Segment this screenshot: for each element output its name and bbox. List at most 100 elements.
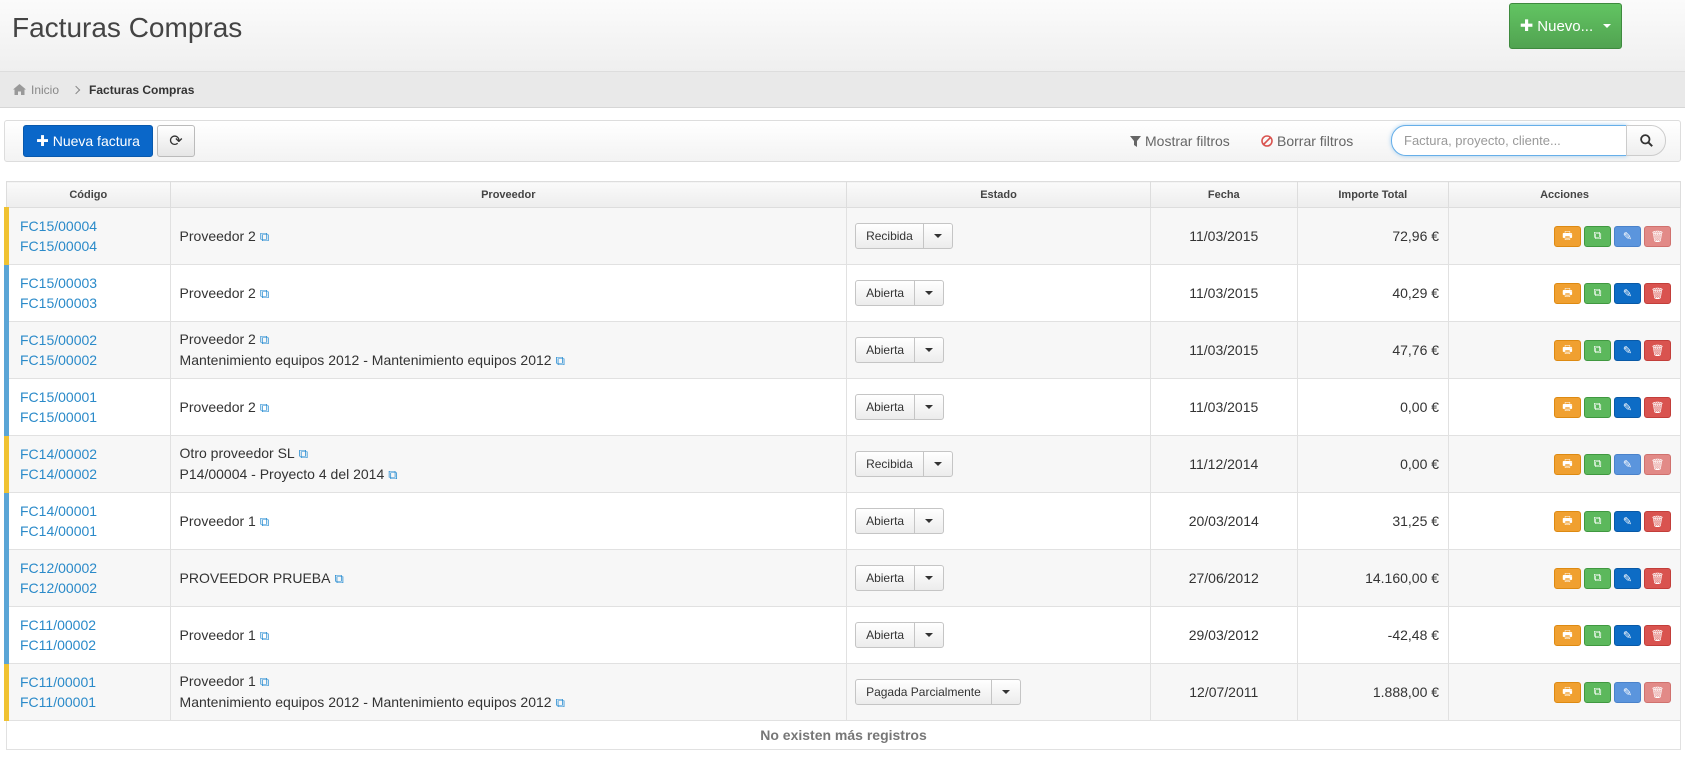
print-button[interactable]: 🖶 [1554, 339, 1581, 361]
duplicate-button[interactable]: ⧉ [1584, 396, 1611, 418]
invoice-code-link[interactable]: FC14/00002 [20, 444, 170, 464]
invoice-ref-link[interactable]: FC15/00001 [20, 407, 170, 427]
status-label[interactable]: Abierta [856, 395, 916, 419]
status-toggle[interactable] [915, 509, 943, 533]
refresh-button[interactable]: ⟳ [157, 125, 195, 157]
invoice-code-link[interactable]: FC15/00003 [20, 273, 170, 293]
status-dropdown[interactable]: Abierta [855, 622, 945, 648]
invoice-ref-link[interactable]: FC12/00002 [20, 578, 170, 598]
invoice-code-link[interactable]: FC12/00002 [20, 558, 170, 578]
status-toggle[interactable] [924, 224, 952, 248]
status-label[interactable]: Abierta [856, 281, 916, 305]
status-dropdown[interactable]: Abierta [855, 394, 945, 420]
header-codigo[interactable]: Código [6, 181, 171, 208]
print-button[interactable]: 🖶 [1554, 396, 1581, 418]
status-dropdown[interactable]: Pagada Parcialmente [855, 679, 1021, 705]
duplicate-button[interactable]: ⧉ [1584, 339, 1611, 361]
invoice-code-link[interactable]: FC11/00001 [20, 672, 170, 692]
header-estado[interactable]: Estado [846, 181, 1151, 208]
external-link-icon[interactable]: ⧉ [388, 465, 397, 485]
external-link-icon[interactable]: ⧉ [260, 626, 269, 646]
edit-button[interactable]: ✎ [1614, 225, 1641, 247]
delete-button[interactable]: 🗑 [1644, 339, 1671, 361]
external-link-icon[interactable]: ⧉ [334, 569, 343, 589]
edit-button[interactable]: ✎ [1614, 681, 1641, 703]
status-label[interactable]: Abierta [856, 509, 916, 533]
edit-button[interactable]: ✎ [1614, 282, 1641, 304]
print-button[interactable]: 🖶 [1554, 225, 1581, 247]
duplicate-button[interactable]: ⧉ [1584, 624, 1611, 646]
duplicate-button[interactable]: ⧉ [1584, 225, 1611, 247]
duplicate-button[interactable]: ⧉ [1584, 453, 1611, 475]
delete-button[interactable]: 🗑 [1644, 624, 1671, 646]
breadcrumb-home[interactable]: Inicio [13, 83, 59, 97]
status-dropdown[interactable]: Abierta [855, 508, 945, 534]
edit-button[interactable]: ✎ [1614, 510, 1641, 532]
new-invoice-button[interactable]: ✚ Nueva factura [23, 125, 153, 157]
invoice-ref-link[interactable]: FC11/00001 [20, 692, 170, 712]
status-label[interactable]: Recibida [856, 452, 924, 476]
edit-button[interactable]: ✎ [1614, 453, 1641, 475]
external-link-icon[interactable]: ⧉ [260, 330, 269, 350]
external-link-icon[interactable]: ⧉ [556, 351, 565, 371]
edit-button[interactable]: ✎ [1614, 396, 1641, 418]
delete-button[interactable]: 🗑 [1644, 282, 1671, 304]
invoice-ref-link[interactable]: FC15/00004 [20, 236, 170, 256]
show-filters-link[interactable]: Mostrar filtros [1130, 133, 1230, 149]
external-link-icon[interactable]: ⧉ [260, 284, 269, 304]
new-dropdown-button[interactable]: ✚ Nuevo... [1509, 3, 1622, 49]
delete-button[interactable]: 🗑 [1644, 510, 1671, 532]
edit-button[interactable]: ✎ [1614, 624, 1641, 646]
header-importe[interactable]: Importe Total [1296, 181, 1450, 208]
status-label[interactable]: Pagada Parcialmente [856, 680, 992, 704]
status-label[interactable]: Abierta [856, 338, 916, 362]
status-toggle[interactable] [915, 338, 943, 362]
external-link-icon[interactable]: ⧉ [260, 227, 269, 247]
delete-button[interactable]: 🗑 [1644, 225, 1671, 247]
duplicate-button[interactable]: ⧉ [1584, 567, 1611, 589]
delete-button[interactable]: 🗑 [1644, 681, 1671, 703]
delete-button[interactable]: 🗑 [1644, 453, 1671, 475]
status-dropdown[interactable]: Abierta [855, 565, 945, 591]
invoice-ref-link[interactable]: FC14/00002 [20, 464, 170, 484]
status-toggle[interactable] [915, 395, 943, 419]
clear-filters-link[interactable]: Borrar filtros [1261, 133, 1353, 149]
print-button[interactable]: 🖶 [1554, 510, 1581, 532]
status-dropdown[interactable]: Recibida [855, 451, 953, 477]
external-link-icon[interactable]: ⧉ [260, 672, 269, 692]
invoice-code-link[interactable]: FC15/00004 [20, 216, 170, 236]
delete-button[interactable]: 🗑 [1644, 567, 1671, 589]
status-toggle[interactable] [924, 452, 952, 476]
status-label[interactable]: Recibida [856, 224, 924, 248]
invoice-ref-link[interactable]: FC15/00003 [20, 293, 170, 313]
external-link-icon[interactable]: ⧉ [299, 444, 308, 464]
print-button[interactable]: 🖶 [1554, 453, 1581, 475]
status-dropdown[interactable]: Abierta [855, 280, 945, 306]
duplicate-button[interactable]: ⧉ [1584, 282, 1611, 304]
status-dropdown[interactable]: Abierta [855, 337, 945, 363]
duplicate-button[interactable]: ⧉ [1584, 510, 1611, 532]
external-link-icon[interactable]: ⧉ [260, 512, 269, 532]
status-toggle[interactable] [992, 680, 1020, 704]
print-button[interactable]: 🖶 [1554, 624, 1581, 646]
status-dropdown[interactable]: Recibida [855, 223, 953, 249]
status-label[interactable]: Abierta [856, 566, 916, 590]
delete-button[interactable]: 🗑 [1644, 396, 1671, 418]
invoice-code-link[interactable]: FC11/00002 [20, 615, 170, 635]
external-link-icon[interactable]: ⧉ [556, 693, 565, 713]
search-button[interactable] [1626, 125, 1666, 156]
print-button[interactable]: 🖶 [1554, 681, 1581, 703]
external-link-icon[interactable]: ⧉ [260, 398, 269, 418]
header-proveedor[interactable]: Proveedor [169, 181, 848, 208]
status-label[interactable]: Abierta [856, 623, 916, 647]
invoice-ref-link[interactable]: FC14/00001 [20, 521, 170, 541]
print-button[interactable]: 🖶 [1554, 567, 1581, 589]
search-input[interactable] [1391, 125, 1627, 156]
status-toggle[interactable] [915, 566, 943, 590]
edit-button[interactable]: ✎ [1614, 339, 1641, 361]
header-fecha[interactable]: Fecha [1150, 181, 1298, 208]
print-button[interactable]: 🖶 [1554, 282, 1581, 304]
edit-button[interactable]: ✎ [1614, 567, 1641, 589]
invoice-ref-link[interactable]: FC11/00002 [20, 635, 170, 655]
status-toggle[interactable] [915, 623, 943, 647]
